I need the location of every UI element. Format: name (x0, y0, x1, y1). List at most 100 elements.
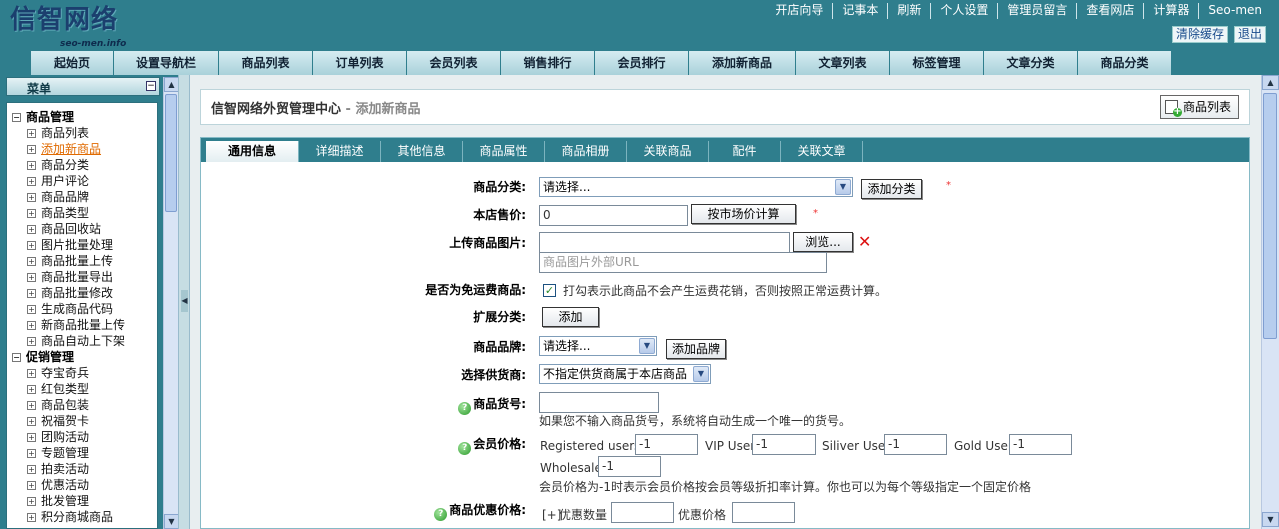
delete-icon[interactable]: ✕ (858, 234, 871, 250)
clear-cache-button[interactable]: 清除缓存 (1171, 26, 1228, 43)
tab-description[interactable]: 详细描述 (299, 141, 381, 162)
nav-tab-home[interactable]: 起始页 (30, 51, 113, 75)
free-shipping-checkbox[interactable]: ✓ (543, 284, 556, 297)
supplier-label: 选择供货商: (461, 368, 526, 382)
member-price-registered-input[interactable]: -1 (635, 434, 698, 455)
scroll-down-icon[interactable]: ▼ (164, 514, 179, 529)
menu-item-batch-upload[interactable]: + 商品批量上传 (27, 254, 113, 268)
tab-gallery[interactable]: 商品相册 (545, 141, 627, 162)
image-file-input[interactable] (539, 232, 790, 253)
top-link-setup-wizard[interactable]: 开店向导 (766, 3, 832, 19)
add-category-button[interactable]: 添加分类 (861, 179, 922, 199)
expand-icon: + (27, 449, 36, 458)
top-link-user[interactable]: Seo-men (1198, 3, 1271, 19)
menu-group-goods[interactable]: − 商品管理 (12, 110, 74, 124)
member-price-silver-input[interactable]: -1 (884, 434, 947, 455)
menu-tree: − 商品管理 + 商品列表 + 添加新商品 + 商品分类 + 用户评论 + 商品品牌 + 商品… (6, 102, 158, 529)
nav-tab-goods-category[interactable]: 商品分类 (1077, 51, 1171, 75)
tab-linked-articles[interactable]: 关联文章 (781, 141, 863, 162)
menu-item-exchange-goods[interactable]: + 积分商城商品 (27, 510, 113, 524)
menu-item-add-goods[interactable]: + 添加新商品 (27, 142, 101, 156)
menu-item-snatch[interactable]: + 夺宝奇兵 (27, 366, 89, 380)
help-icon[interactable]: ? (458, 402, 472, 415)
menu-item-wholesale[interactable]: + 批发管理 (27, 494, 89, 508)
scroll-down-icon[interactable]: ▼ (1262, 512, 1279, 527)
menu-item-topic[interactable]: + 专题管理 (27, 446, 89, 460)
goods-list-button[interactable]: 商品列表 (1160, 95, 1239, 119)
brand-select[interactable]: 请选择... ▼ (539, 336, 657, 356)
menu-item-generate-code[interactable]: + 生成商品代码 (27, 302, 113, 316)
member-price-gold-input[interactable]: -1 (1009, 434, 1072, 455)
nav-tab-add-goods[interactable]: 添加新商品 (688, 51, 795, 75)
promo-price-input[interactable] (732, 502, 795, 523)
nav-tab-article-list[interactable]: 文章列表 (795, 51, 889, 75)
price-input[interactable]: 0 (539, 205, 688, 226)
scroll-thumb[interactable] (1263, 93, 1277, 339)
market-price-button[interactable]: 按市场价计算 (691, 204, 796, 224)
menu-item-goods-type[interactable]: + 商品类型 (27, 206, 89, 220)
top-link-admin-message[interactable]: 管理员留言 (997, 3, 1076, 19)
menu-item-favourable[interactable]: + 优惠活动 (27, 478, 89, 492)
menu-item-goods-trash[interactable]: + 商品回收站 (27, 222, 101, 236)
nav-tab-sales-rank[interactable]: 销售排行 (500, 51, 594, 75)
nav-tab-tag-manage[interactable]: 标签管理 (889, 51, 983, 75)
menu-item-new-batch-upload[interactable]: + 新商品批量上传 (27, 318, 125, 332)
logo-subtext: seo-men.info (60, 39, 127, 49)
top-link-refresh[interactable]: 刷新 (887, 3, 930, 19)
logout-button[interactable]: 退出 (1233, 26, 1266, 43)
menu-item-goods-list[interactable]: + 商品列表 (27, 126, 89, 140)
collapse-sidebar-icon[interactable]: ◀ (181, 290, 188, 312)
menu-item-batch-images[interactable]: + 图片批量处理 (27, 238, 113, 252)
top-link-notepad[interactable]: 记事本 (832, 3, 887, 19)
menu-item-greeting-card[interactable]: + 祝福贺卡 (27, 414, 89, 428)
goods-sn-input[interactable] (539, 392, 659, 413)
top-link-profile[interactable]: 个人设置 (930, 3, 997, 19)
member-price-vip-input[interactable]: -1 (752, 434, 816, 455)
collapse-icon: − (12, 113, 21, 122)
tab-accessories[interactable]: 配件 (709, 141, 781, 162)
scroll-thumb[interactable] (165, 94, 177, 212)
menu-item-goods-category[interactable]: + 商品分类 (27, 158, 89, 172)
nav-tab-nav-settings[interactable]: 设置导航栏 (113, 51, 218, 75)
scroll-up-icon[interactable]: ▲ (164, 77, 179, 92)
tab-other-info[interactable]: 其他信息 (381, 141, 463, 162)
image-url-input[interactable]: 商品图片外部URL (539, 252, 827, 273)
menu-item-bonus-type[interactable]: + 红包类型 (27, 382, 89, 396)
required-mark: * (813, 208, 818, 219)
menu-item-batch-export[interactable]: + 商品批量导出 (27, 270, 113, 284)
nav-tab-order-list[interactable]: 订单列表 (312, 51, 406, 75)
menu-item-goods-brand[interactable]: + 商品品牌 (27, 190, 89, 204)
collapse-menu-icon[interactable]: − (146, 81, 156, 91)
top-link-calculator[interactable]: 计算器 (1143, 3, 1198, 19)
menu-item-auction[interactable]: + 拍卖活动 (27, 462, 89, 476)
menu-item-packaging[interactable]: + 商品包装 (27, 398, 89, 412)
category-select[interactable]: 请选择... ▼ (539, 177, 853, 197)
panel-splitter[interactable]: ◀ (178, 75, 190, 529)
menu-item-batch-edit[interactable]: + 商品批量修改 (27, 286, 113, 300)
browse-button[interactable]: 浏览... (793, 232, 853, 252)
main-scrollbar[interactable]: ▲ ▼ (1261, 75, 1279, 529)
menu-item-auto-shelf[interactable]: + 商品自动上下架 (27, 334, 125, 348)
tab-general[interactable]: 通用信息 (206, 141, 299, 162)
menu-item-user-comments[interactable]: + 用户评论 (27, 174, 89, 188)
top-link-view-shop[interactable]: 查看网店 (1076, 3, 1143, 19)
nav-tab-goods-list[interactable]: 商品列表 (218, 51, 312, 75)
nav-tab-member-rank[interactable]: 会员排行 (594, 51, 688, 75)
menu-group-promotion[interactable]: − 促销管理 (12, 350, 74, 364)
tab-linked-goods[interactable]: 关联商品 (627, 141, 709, 162)
menu-item-group-buy[interactable]: + 团购活动 (27, 430, 89, 444)
add-brand-button[interactable]: 添加品牌 (666, 339, 726, 359)
nav-tab-member-list[interactable]: 会员列表 (406, 51, 500, 75)
help-icon[interactable]: ? (434, 508, 448, 521)
scroll-up-icon[interactable]: ▲ (1262, 75, 1279, 90)
help-icon[interactable]: ? (458, 442, 472, 455)
promo-qty-input[interactable] (611, 502, 674, 523)
chevron-down-icon: ▼ (639, 338, 655, 354)
sidebar-scrollbar[interactable]: ▲ ▼ (163, 77, 179, 529)
add-extended-category-button[interactable]: 添加 (542, 307, 599, 327)
member-price-wholesale-input[interactable]: -1 (598, 456, 661, 477)
member-level-registered: Registered users (540, 439, 641, 453)
tab-attributes[interactable]: 商品属性 (463, 141, 545, 162)
supplier-select[interactable]: 不指定供货商属于本店商品 ▼ (539, 364, 711, 384)
nav-tab-article-category[interactable]: 文章分类 (983, 51, 1077, 75)
